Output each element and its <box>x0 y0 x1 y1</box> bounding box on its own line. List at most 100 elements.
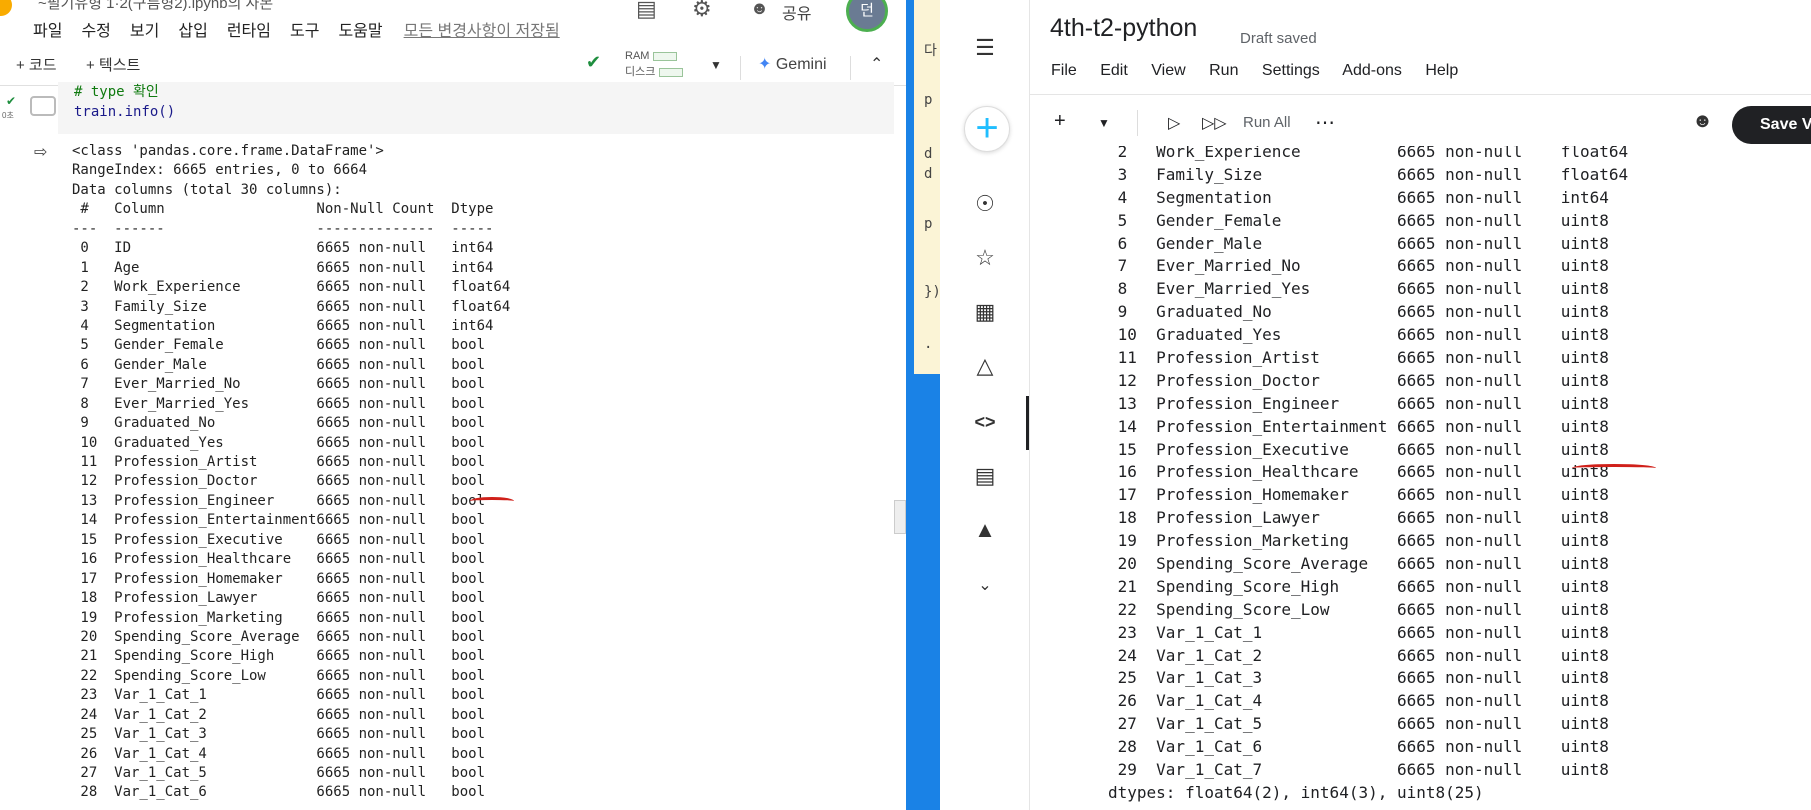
info-row: 4 Segmentation 6665 non-null int64 <box>1108 187 1609 207</box>
models-icon[interactable]: △ <box>969 350 1001 382</box>
info-row: 1 Age 6665 non-null int64 <box>72 259 494 276</box>
chevron-up-icon[interactable]: ⌃ <box>870 54 883 74</box>
info-row: 13 Profession_Engineer 6665 non-null uin… <box>1108 393 1609 413</box>
code-line: train.info() <box>74 104 176 120</box>
peek-text: 다 <box>924 43 937 59</box>
notebook-title[interactable]: ~필기유형 1·2(구름형2).ipynb의 사본 <box>38 0 273 13</box>
run-cell-icon[interactable]: ▷ <box>1168 113 1180 133</box>
info-row: 9 Graduated_No 6665 non-null uint8 <box>1108 302 1609 322</box>
red-annotation-mark <box>1572 464 1656 472</box>
menu-runtime[interactable]: 런타임 <box>227 17 271 41</box>
draft-status: Draft saved <box>1240 30 1317 47</box>
output-line: # Column Non-Null Count Dtype <box>72 201 511 218</box>
peek-text: p <box>924 92 933 108</box>
add-cell-icon[interactable]: + <box>1054 110 1066 133</box>
chevron-down-icon[interactable]: ⌄ <box>969 570 1001 602</box>
more-options-icon[interactable]: ⋯ <box>1315 110 1335 135</box>
resource-monitor[interactable]: RAM 디스크 <box>625 48 684 80</box>
gemini-label: Gemini <box>775 56 827 73</box>
info-row: 20 Spending_Score_Average 6665 non-null … <box>72 628 486 645</box>
info-row: 2 Work_Experience 6665 non-null float64 <box>1108 146 1629 161</box>
colab-scrollbar[interactable] <box>894 500 906 534</box>
kaggle-output-viewport: 2 Work_Experience 6665 non-null float64 … <box>1030 146 1811 810</box>
red-annotation-mark <box>470 497 514 505</box>
colab-logo[interactable] <box>0 0 12 16</box>
gemini-button[interactable]: ✦ Gemini <box>758 54 827 74</box>
code-cell-input[interactable]: # type 확인 train.info() <box>58 82 894 134</box>
discussion-icon[interactable]: ▤ <box>969 460 1001 492</box>
menu-divider <box>1030 94 1811 95</box>
gear-icon[interactable]: ⚙ <box>692 0 712 22</box>
info-row: 29 Var_1_Cat_7 6665 non-null uint8 <box>1108 760 1609 780</box>
colab-toolbar: + 코드 + 텍스트 ✔ RAM 디스크 ▼ ✦ Gemini ⌃ <box>0 48 912 86</box>
menu-file[interactable]: File <box>1051 62 1077 79</box>
code-editor[interactable]: # type 확인 train.info() <box>74 82 175 122</box>
info-row: 3 Family_Size 6665 non-null float64 <box>72 298 511 315</box>
info-row: 21 Spending_Score_High 6665 non-null uin… <box>1108 576 1609 596</box>
connected-check-icon[interactable]: ✔ <box>586 52 601 73</box>
info-row: 19 Profession_Marketing 6665 non-null ui… <box>1108 531 1609 551</box>
compass-icon[interactable]: ☉ <box>969 188 1001 220</box>
table-icon[interactable]: ▦ <box>969 296 1001 328</box>
menu-settings[interactable]: Settings <box>1262 62 1320 79</box>
info-row: 3 Family_Size 6665 non-null float64 <box>1108 164 1629 184</box>
menu-edit[interactable]: Edit <box>1100 62 1128 79</box>
info-row: 8 Ever_Married_Yes 6665 non-null bool <box>72 395 486 412</box>
colab-window: ~필기유형 1·2(구름형2).ipynb의 사본 파일 수정 보기 삽입 런타… <box>0 0 912 810</box>
output-toggle-icon[interactable]: ⇨ <box>34 142 47 162</box>
collaborators-icon[interactable]: ☻ <box>1692 110 1713 133</box>
menu-tools[interactable]: 도구 <box>290 17 319 41</box>
menu-view[interactable]: View <box>1151 62 1185 79</box>
info-row: 15 Profession_Executive 6665 non-null ui… <box>1108 439 1609 459</box>
info-row: 18 Profession_Lawyer 6665 non-null uint8 <box>1108 508 1609 528</box>
info-row: 25 Var_1_Cat_3 6665 non-null bool <box>72 726 486 743</box>
output-line: <class 'pandas.core.frame.DataFrame'> <box>72 143 384 159</box>
info-row: 6 Gender_Male 6665 non-null bool <box>72 356 486 373</box>
run-cell-button[interactable] <box>30 96 56 116</box>
comment-icon[interactable]: ▤ <box>636 0 657 22</box>
kaggle-notebook-title[interactable]: 4th-t2-python <box>1050 14 1197 43</box>
menu-file[interactable]: 파일 <box>33 17 62 41</box>
info-row: 24 Var_1_Cat_2 6665 non-null bool <box>72 706 486 723</box>
background-window-peek: 다 p d d p }) . <box>914 0 941 374</box>
avatar[interactable]: 던 <box>846 0 888 32</box>
menu-addons[interactable]: Add-ons <box>1342 62 1402 79</box>
code-icon[interactable]: <> <box>969 406 1001 438</box>
run-all-icon[interactable]: ▷▷ <box>1202 113 1227 133</box>
saved-status-link[interactable]: 모든 변경사항이 저장됨 <box>404 17 560 41</box>
kaggle-menu-list: File Edit View Run Settings Add-ons Help <box>1051 62 1477 80</box>
share-person-icon[interactable]: ☻ <box>750 0 769 19</box>
add-text-button[interactable]: + 텍스트 <box>86 54 140 75</box>
disk-label: 디스크 <box>625 66 656 78</box>
chevron-down-icon[interactable]: ▼ <box>710 58 722 72</box>
menu-help[interactable]: Help <box>1425 62 1458 79</box>
toolbar-divider <box>1137 110 1138 136</box>
info-row: 11 Profession_Artist 6665 non-null uint8 <box>1108 348 1609 368</box>
menu-edit[interactable]: 수정 <box>81 17 110 41</box>
info-row: 7 Ever_Married_No 6665 non-null uint8 <box>1108 256 1609 276</box>
menu-run[interactable]: Run <box>1209 62 1238 79</box>
screenshot-root: ~필기유형 1·2(구름형2).ipynb의 사본 파일 수정 보기 삽입 런타… <box>0 0 1811 810</box>
info-row: 9 Graduated_No 6665 non-null bool <box>72 415 486 432</box>
save-version-button[interactable]: Save V <box>1732 106 1811 144</box>
gemini-sparkle-icon: ✦ <box>758 56 772 73</box>
run-all-button[interactable]: Run All <box>1243 114 1291 131</box>
menu-insert[interactable]: 삽입 <box>178 17 207 41</box>
info-row: 2 Work_Experience 6665 non-null float64 <box>72 279 511 296</box>
share-button[interactable]: 공유 <box>782 0 811 24</box>
info-row: 27 Var_1_Cat_5 6665 non-null bool <box>72 765 486 781</box>
kaggle-info-rows: 2 Work_Experience 6665 non-null float64 … <box>1108 146 1629 782</box>
menu-help[interactable]: 도움말 <box>338 17 382 41</box>
exec-time: 0초 <box>2 111 14 120</box>
output-line: --- ------ -------------- ----- <box>72 220 511 237</box>
code-comment: # type 확인 <box>74 84 159 100</box>
learn-icon[interactable]: ▲ <box>969 514 1001 546</box>
chevron-down-icon[interactable]: ▼ <box>1098 116 1110 130</box>
create-plus-button[interactable]: + <box>964 106 1010 152</box>
exec-success-icon: ✔ <box>6 94 17 108</box>
trophy-icon[interactable]: ☆ <box>969 242 1001 274</box>
add-code-button[interactable]: + 코드 <box>16 54 57 75</box>
info-row: 22 Spending_Score_Low 6665 non-null bool <box>72 667 486 684</box>
hamburger-menu-icon[interactable]: ☰ <box>969 32 1001 64</box>
menu-view[interactable]: 보기 <box>130 17 159 41</box>
